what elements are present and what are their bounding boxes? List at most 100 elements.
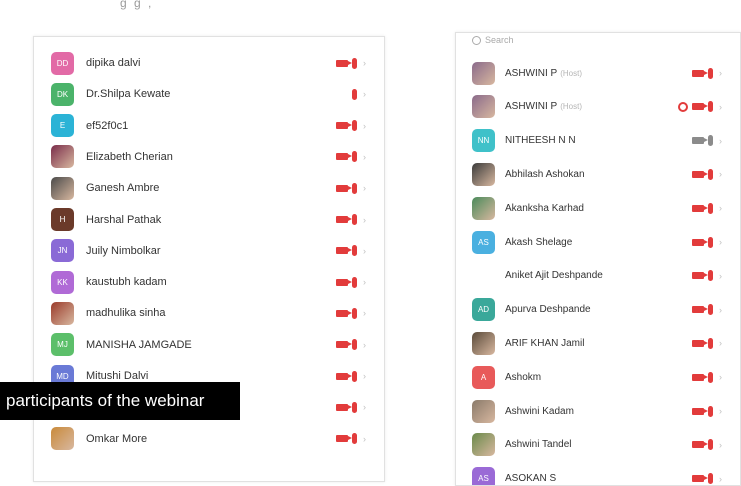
mic-muted-icon[interactable] — [352, 120, 357, 132]
video-off-icon[interactable] — [692, 339, 708, 347]
chevron-right-icon[interactable]: › — [363, 183, 366, 193]
participant-row[interactable]: JN Juily Nimbolkar › — [34, 235, 384, 267]
participant-row[interactable]: Ashwini Tandel › — [456, 429, 740, 461]
search-bar[interactable]: Search — [472, 35, 514, 45]
video-off-icon[interactable] — [336, 403, 352, 411]
participant-row[interactable]: Aniket Ajit Deshpande › — [456, 260, 740, 292]
video-off-icon[interactable] — [336, 278, 352, 286]
mic-muted-icon[interactable] — [352, 339, 357, 351]
mic-muted-icon[interactable] — [708, 473, 713, 485]
video-off-icon[interactable] — [692, 204, 708, 212]
chevron-right-icon[interactable]: › — [363, 89, 366, 99]
video-off-icon[interactable] — [692, 238, 708, 246]
video-off-icon[interactable] — [692, 441, 708, 449]
chevron-right-icon[interactable]: › — [363, 152, 366, 162]
video-off-icon[interactable] — [692, 475, 708, 483]
chevron-right-icon[interactable]: › — [719, 102, 722, 112]
video-off-icon[interactable] — [692, 137, 708, 145]
chevron-right-icon[interactable]: › — [363, 340, 366, 350]
mic-muted-icon[interactable] — [352, 57, 357, 69]
mic-muted-icon[interactable] — [708, 270, 713, 282]
participant-row[interactable]: Elizabeth Cherian › — [34, 141, 384, 173]
mic-muted-icon[interactable] — [708, 236, 713, 248]
mic-muted-icon[interactable] — [708, 439, 713, 451]
chevron-right-icon[interactable]: › — [363, 277, 366, 287]
video-off-icon[interactable] — [336, 184, 352, 192]
video-off-icon[interactable] — [692, 103, 708, 111]
mic-muted-icon[interactable] — [708, 202, 713, 214]
video-off-icon[interactable] — [336, 59, 352, 67]
mic-muted-icon[interactable] — [708, 304, 713, 316]
mic-muted-icon[interactable] — [352, 401, 357, 413]
chevron-right-icon[interactable]: › — [363, 308, 366, 318]
chevron-right-icon[interactable]: › — [363, 371, 366, 381]
participant-row[interactable]: H Harshal Pathak › — [34, 204, 384, 236]
participants-list-right[interactable]: Search ASHWINI P (Host) › ASHWINI P (Host) › N… — [455, 32, 741, 486]
mic-muted-icon[interactable] — [352, 214, 357, 225]
chevron-right-icon[interactable]: › — [719, 406, 722, 416]
participant-row[interactable]: ASHWINI P (Host) › — [456, 91, 740, 123]
video-off-icon[interactable] — [336, 341, 352, 349]
mic-muted-icon[interactable] — [352, 276, 357, 288]
chevron-right-icon[interactable]: › — [719, 271, 722, 281]
video-off-icon[interactable] — [336, 309, 352, 317]
participant-row[interactable]: madhulika sinha › — [34, 297, 384, 329]
chevron-right-icon[interactable]: › — [719, 203, 722, 213]
mic-muted-icon[interactable] — [352, 370, 357, 382]
mic-muted-icon[interactable] — [708, 371, 713, 383]
participant-row[interactable]: AS ASOKAN S › — [456, 463, 740, 485]
chevron-right-icon[interactable]: › — [719, 305, 722, 315]
mic-muted-icon[interactable] — [352, 88, 357, 100]
video-off-icon[interactable] — [692, 306, 708, 314]
video-off-icon[interactable] — [692, 69, 708, 77]
video-off-icon[interactable] — [692, 170, 708, 178]
chevron-right-icon[interactable]: › — [363, 402, 366, 412]
video-off-icon[interactable] — [692, 373, 708, 381]
chevron-right-icon[interactable]: › — [363, 215, 366, 225]
mic-muted-icon[interactable] — [352, 245, 357, 257]
video-off-icon[interactable] — [336, 153, 352, 161]
mic-muted-icon[interactable] — [708, 405, 713, 417]
participant-row[interactable]: MJ MANISHA JAMGADE › — [34, 329, 384, 361]
video-off-icon[interactable] — [336, 435, 352, 443]
chevron-right-icon[interactable]: › — [363, 121, 366, 131]
participant-row[interactable]: Omkar More › — [34, 423, 384, 455]
chevron-right-icon[interactable]: › — [719, 440, 722, 450]
participant-row[interactable]: Abhilash Ashokan › — [456, 158, 740, 190]
participant-row[interactable]: Ganesh Ambre › — [34, 172, 384, 204]
chevron-right-icon[interactable]: › — [363, 246, 366, 256]
video-off-icon[interactable] — [336, 372, 352, 380]
chevron-right-icon[interactable]: › — [719, 474, 722, 484]
mic-muted-icon[interactable] — [352, 307, 357, 319]
video-off-icon[interactable] — [336, 247, 352, 255]
chevron-right-icon[interactable]: › — [363, 58, 366, 68]
participant-row[interactable]: ASHWINI P (Host) › — [456, 57, 740, 89]
chevron-right-icon[interactable]: › — [719, 169, 722, 179]
chevron-right-icon[interactable]: › — [719, 372, 722, 382]
mic-muted-icon[interactable] — [352, 182, 357, 194]
video-off-icon[interactable] — [692, 407, 708, 415]
mic-muted-icon[interactable] — [708, 101, 713, 113]
mic-muted-icon[interactable] — [708, 337, 713, 349]
chevron-right-icon[interactable]: › — [719, 237, 722, 247]
chevron-right-icon[interactable]: › — [719, 136, 722, 146]
participant-row[interactable]: Eef52f0c1 › — [34, 110, 384, 142]
chevron-right-icon[interactable]: › — [363, 434, 366, 444]
participant-row[interactable]: Ashwini Kadam › — [456, 395, 740, 427]
participant-row[interactable]: DD dipika dalvi › — [34, 47, 384, 79]
mic-muted-icon[interactable] — [352, 151, 357, 163]
mic-muted-icon[interactable] — [708, 168, 713, 180]
participant-row[interactable]: DK Dr.Shilpa Kewate › — [34, 78, 384, 110]
video-off-icon[interactable] — [336, 122, 352, 130]
participant-row[interactable]: A Ashokm › — [456, 361, 740, 393]
participant-row[interactable]: AD Apurva Deshpande › — [456, 294, 740, 326]
chevron-right-icon[interactable]: › — [719, 68, 722, 78]
mic-muted-icon[interactable] — [708, 135, 713, 147]
chevron-right-icon[interactable]: › — [719, 338, 722, 348]
participant-row[interactable]: AS Akash Shelage › — [456, 226, 740, 258]
video-off-icon[interactable] — [336, 216, 352, 223]
participant-row[interactable]: Akanksha Karhad › — [456, 192, 740, 224]
mic-muted-icon[interactable] — [708, 67, 713, 79]
participant-row[interactable]: ARIF KHAN Jamil › — [456, 327, 740, 359]
video-off-icon[interactable] — [692, 272, 708, 280]
